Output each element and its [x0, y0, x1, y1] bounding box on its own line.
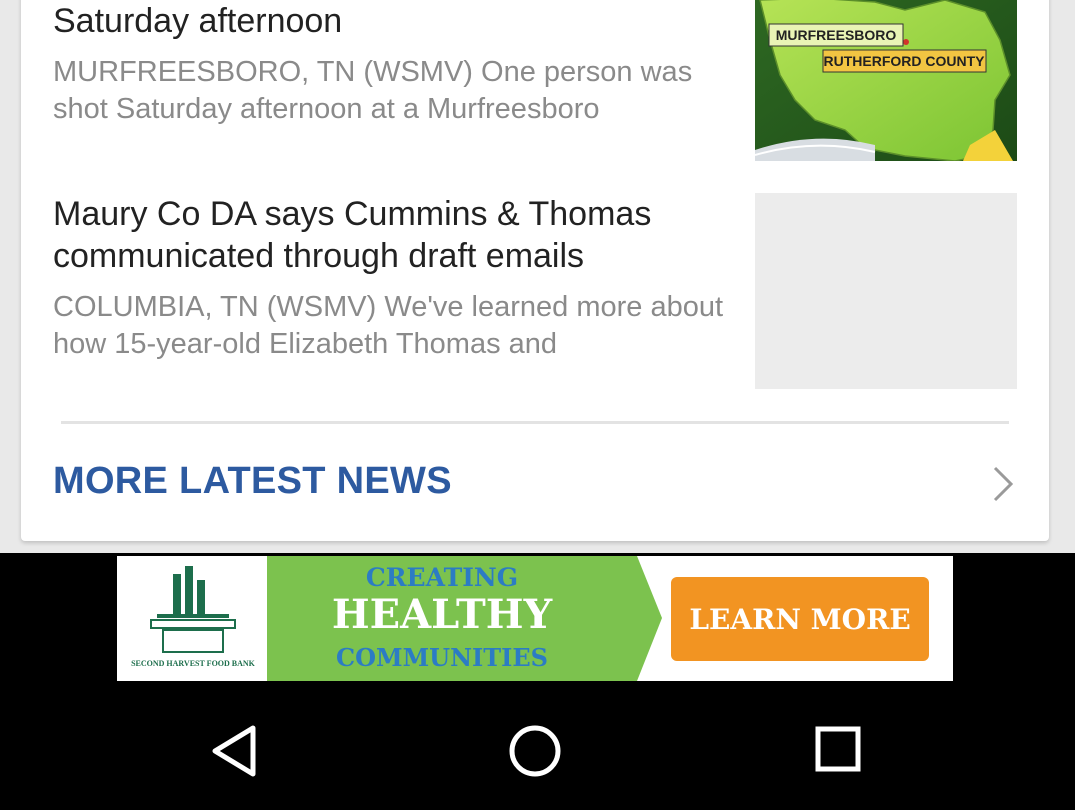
ad-line-2: HEALTHY [332, 591, 553, 638]
story-thumbnail-placeholder[interactable] [755, 193, 1017, 389]
android-navigation-bar [0, 690, 1075, 810]
map-image: MURFREESBORO RUTHERFORD COUNTY [755, 0, 1017, 161]
story-headline[interactable]: Maury Co DA says Cummins & Thomas commun… [53, 193, 733, 277]
recents-icon[interactable] [803, 716, 873, 786]
chevron-right-icon [993, 466, 1014, 502]
home-icon[interactable] [500, 716, 570, 786]
story-thumbnail-map[interactable]: MURFREESBORO RUTHERFORD COUNTY [755, 0, 1017, 161]
story-text: One shot at Murfreesboro apartment Satur… [53, 0, 733, 128]
story-snippet: COLUMBIA, TN (WSMV) We've learned more a… [53, 291, 724, 360]
ad-cta-button: LEARN MORE [689, 603, 910, 636]
more-latest-news-label: MORE LATEST NEWS [53, 460, 452, 502]
ad-banner[interactable]: SECOND HARVEST FOOD BANK CREATING HEALTH… [117, 556, 953, 681]
map-label-county: RUTHERFORD COUNTY [824, 53, 986, 69]
back-icon[interactable] [199, 716, 269, 786]
ad-line-1: CREATING [366, 563, 518, 592]
story-text: Maury Co DA says Cummins & Thomas commun… [53, 193, 733, 363]
more-latest-news-button[interactable]: MORE LATEST NEWS [21, 442, 1049, 522]
divider [61, 421, 1009, 424]
ad-logo-text: SECOND HARVEST FOOD BANK [131, 659, 256, 668]
ad-line-3: COMMUNITIES [336, 643, 548, 672]
story-headline[interactable]: One shot at Murfreesboro apartment Satur… [53, 0, 733, 42]
story-snippet: MURFREESBORO, TN (WSMV) One person was s… [53, 56, 693, 125]
ad-creative: SECOND HARVEST FOOD BANK CREATING HEALTH… [117, 556, 953, 681]
map-label-city: MURFREESBORO [776, 27, 897, 43]
latest-news-card: One shot at Murfreesboro apartment Satur… [21, 0, 1049, 541]
screen: One shot at Murfreesboro apartment Satur… [0, 0, 1075, 810]
map-pin-icon [903, 39, 909, 45]
